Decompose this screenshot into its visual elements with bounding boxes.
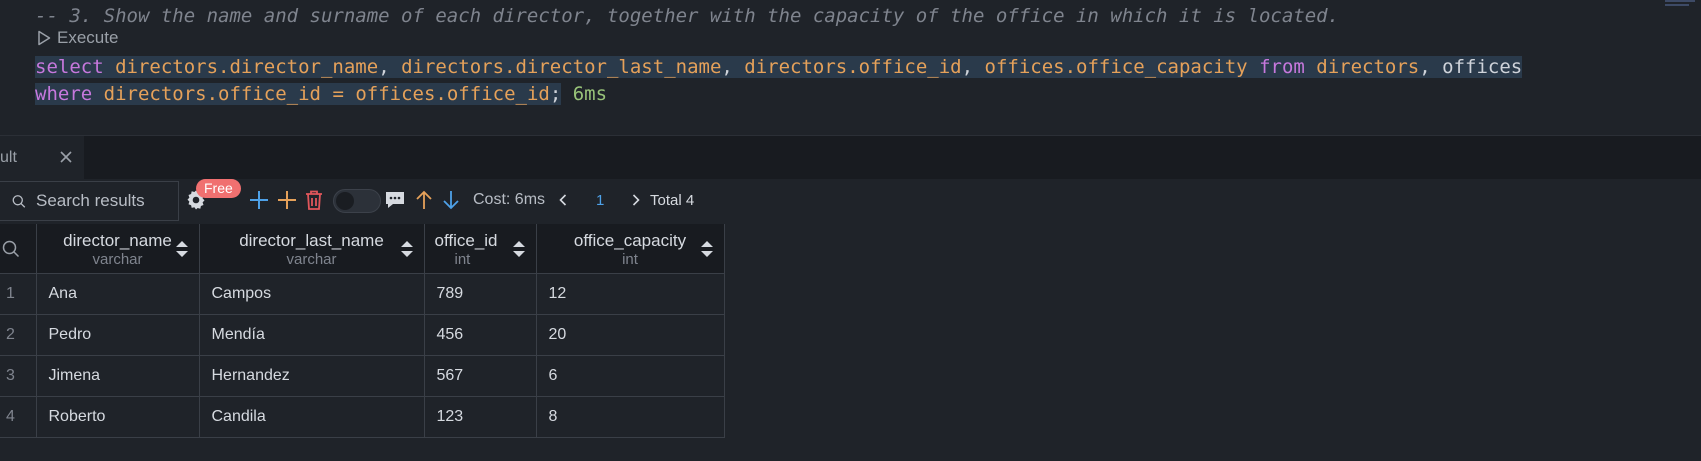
page-number[interactable]: 1 [596, 192, 604, 209]
cell-director-last-name[interactable]: Campos [198, 273, 425, 315]
cell-office-capacity[interactable]: 20 [535, 313, 725, 356]
cell-director-last-name[interactable]: Hernandez [198, 354, 425, 397]
plus-icon[interactable] [248, 189, 270, 211]
where-left: directors.office_id [103, 83, 321, 105]
tab-result-label: ult [0, 149, 17, 166]
col-director-last-name: directors.director_last_name [401, 56, 722, 78]
cell-director-name[interactable]: Roberto [35, 395, 200, 438]
sql-comment: -- 3. Show the name and surname of each … [35, 5, 1340, 27]
row-number: 1 [0, 273, 37, 315]
table-row[interactable]: 1 Ana Campos 789 12 [0, 273, 725, 315]
free-badge: Free [196, 179, 241, 198]
sql-line-2[interactable]: where directors.office_id = offices.offi… [35, 81, 607, 108]
header-row: director_name varchar director_last_name… [0, 224, 725, 274]
cell-director-last-name[interactable]: Mendía [198, 313, 425, 356]
close-icon[interactable] [58, 149, 74, 165]
column-header-office-capacity[interactable]: office_capacity int [535, 224, 725, 274]
total-count: Total 4 [650, 192, 695, 209]
result-tab-bar: ult [0, 135, 1701, 180]
toggle-switch[interactable] [333, 189, 381, 213]
execute-label: Execute [57, 28, 119, 47]
column-header-office-id[interactable]: office_id int [423, 224, 537, 274]
sort-icon[interactable] [512, 240, 526, 258]
column-header-director-name[interactable]: director_name varchar [35, 224, 200, 274]
search-box[interactable] [0, 181, 179, 221]
column-name: director_last_name [239, 231, 384, 251]
execute-button[interactable]: Execute [37, 28, 118, 48]
add-row-icon[interactable] [276, 189, 298, 211]
cell-director-name[interactable]: Ana [35, 273, 200, 315]
kw-from: from [1259, 56, 1305, 78]
cell-office-capacity[interactable]: 8 [535, 395, 725, 438]
table-offices: offices [1442, 56, 1523, 78]
arrow-up-icon[interactable] [414, 189, 434, 211]
execution-time: 6ms [572, 83, 608, 105]
search-input[interactable] [34, 190, 178, 212]
search-icon [12, 194, 26, 208]
toggle-knob [336, 192, 354, 210]
chevron-left-icon[interactable] [557, 193, 569, 207]
kw-select: select [35, 56, 104, 78]
cell-office-id[interactable]: 123 [423, 395, 537, 438]
play-icon [38, 30, 51, 46]
cell-office-id[interactable]: 789 [423, 273, 537, 315]
table-row[interactable]: 3 Jimena Hernandez 567 6 [0, 354, 725, 397]
column-name: office_capacity [573, 231, 687, 251]
column-type: int [622, 251, 638, 269]
statement-end: ; [549, 83, 562, 105]
cell-office-capacity[interactable]: 6 [535, 354, 725, 397]
sort-icon[interactable] [175, 240, 189, 258]
chevron-right-icon[interactable] [630, 193, 642, 207]
cell-director-name[interactable]: Pedro [35, 313, 200, 356]
cell-director-last-name[interactable]: Candila [198, 395, 425, 438]
col-office-id: directors.office_id [744, 56, 962, 78]
result-toolbar: Free Cost: 6ms 1 Total 4 [0, 179, 1701, 223]
column-type: varchar [286, 251, 337, 269]
delete-icon[interactable] [304, 189, 324, 211]
table-row[interactable]: 4 Roberto Candila 123 8 [0, 395, 725, 438]
row-number-header[interactable] [0, 224, 37, 274]
cell-office-id[interactable]: 567 [423, 354, 537, 397]
where-operator: = [332, 83, 344, 105]
result-grid: director_name varchar director_last_name… [0, 224, 725, 438]
comment-icon[interactable] [384, 189, 406, 211]
sort-icon[interactable] [400, 240, 414, 258]
cell-office-capacity[interactable]: 12 [535, 273, 725, 315]
sql-editor[interactable]: -- 3. Show the name and surname of each … [0, 0, 1701, 135]
row-number: 2 [0, 313, 37, 356]
tab-result[interactable]: ult [0, 136, 84, 180]
column-header-director-last-name[interactable]: director_last_name varchar [198, 224, 425, 274]
where-right: offices.office_id [355, 83, 550, 105]
col-director-name: directors.director_name [115, 56, 379, 78]
search-icon[interactable] [2, 240, 20, 258]
query-cost: Cost: 6ms [473, 191, 546, 208]
kw-where: where [35, 83, 93, 105]
table-row[interactable]: 2 Pedro Mendía 456 20 [0, 313, 725, 356]
row-number: 3 [0, 354, 37, 397]
row-number: 4 [0, 395, 37, 438]
col-office-capacity: offices.office_capacity [984, 56, 1248, 78]
table-directors: directors [1316, 56, 1420, 78]
sql-line-1[interactable]: select directors.director_name, director… [35, 54, 1523, 81]
cell-office-id[interactable]: 456 [423, 313, 537, 356]
minimap[interactable] [1665, 0, 1699, 10]
cell-director-name[interactable]: Jimena [35, 354, 200, 397]
sort-icon[interactable] [700, 240, 714, 258]
arrow-down-icon[interactable] [441, 189, 461, 211]
